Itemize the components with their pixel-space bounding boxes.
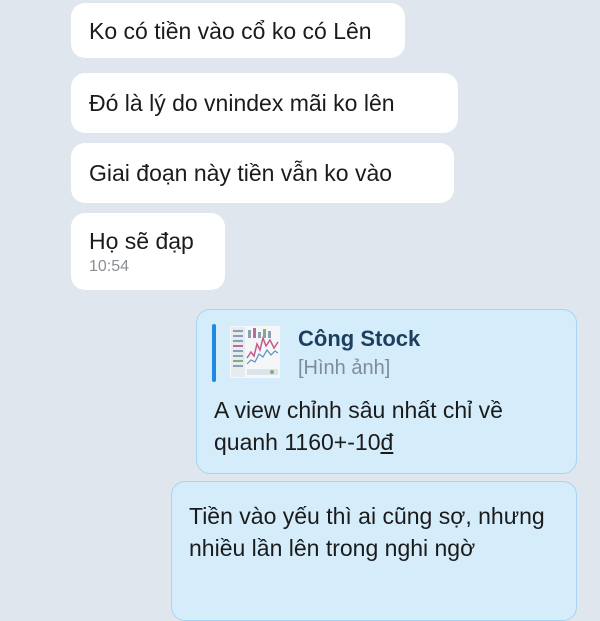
incoming-message[interactable]: Đó là lý do vnindex mãi ko lên [71, 73, 458, 133]
message-text: Giai đoạn này tiền vẫn ko vào [89, 160, 393, 186]
message-text-main: A view chỉnh sâu nhất chỉ về quanh 1160+… [214, 397, 503, 455]
incoming-message[interactable]: Ko có tiền vào cổ ko có Lên [71, 3, 405, 58]
quote-bar [212, 324, 216, 382]
message-text: Họ sẽ đạp [89, 228, 194, 254]
outgoing-message[interactable]: Tiền vào yếu thì ai cũng sợ, nhưng nhiều… [171, 481, 577, 621]
message-text: Ko có tiền vào cổ ko có Lên [89, 18, 372, 44]
outgoing-reply-message[interactable]: Công Stock [Hình ảnh] A view chỉnh sâu n… [196, 309, 577, 474]
message-text: A view chỉnh sâu nhất chỉ về quanh 1160+… [214, 394, 564, 458]
message-text: Đó là lý do vnindex mãi ko lên [89, 90, 395, 116]
incoming-message[interactable]: Họ sẽ đạp 10:54 [71, 213, 225, 290]
message-timestamp: 10:54 [89, 258, 130, 275]
message-text-suffix: đ [380, 429, 394, 455]
quoted-message[interactable]: Công Stock [Hình ảnh] [212, 324, 552, 382]
quote-sender-name: Công Stock [298, 326, 421, 351]
chart-thumbnail-icon[interactable] [230, 326, 280, 378]
message-text: Tiền vào yếu thì ai cũng sợ, nhưng nhiều… [189, 503, 545, 561]
quote-attachment-type: [Hình ảnh] [298, 357, 391, 379]
incoming-message[interactable]: Giai đoạn này tiền vẫn ko vào [71, 143, 454, 203]
chat-conversation: Ko có tiền vào cổ ko có Lên Đó là lý do … [0, 0, 600, 621]
